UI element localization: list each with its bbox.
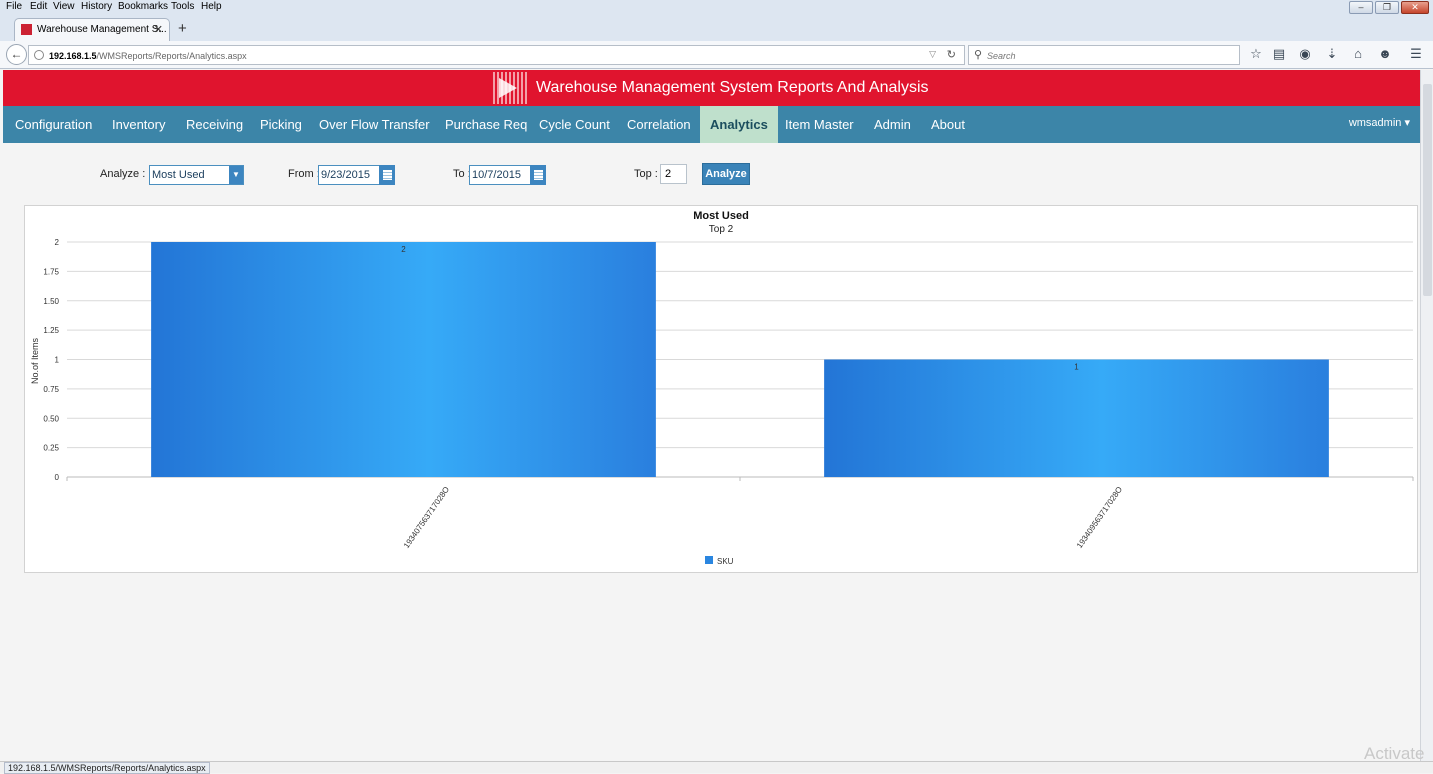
vertical-scrollbar[interactable] xyxy=(1420,70,1433,761)
nav-correlation[interactable]: Correlation xyxy=(627,106,691,143)
activate-watermark: Activate xyxy=(1364,744,1425,763)
y-tick-label: 0.25 xyxy=(43,444,59,453)
main-nav: Configuration Inventory Receiving Pickin… xyxy=(3,106,1420,143)
y-tick-label: 0.50 xyxy=(43,414,59,423)
tab-title: Warehouse Management S... xyxy=(37,24,167,35)
y-tick-label: 0.75 xyxy=(43,385,59,394)
address-bar[interactable]: 192.168.1.5/WMSReports/Reports/Analytics… xyxy=(28,45,965,65)
y-tick-label: 1.25 xyxy=(43,326,59,335)
download-icon[interactable]: ⇣ xyxy=(1324,46,1340,62)
chevron-down-icon: ▾ xyxy=(1404,117,1410,129)
close-tab-icon[interactable]: ✕ xyxy=(154,23,163,36)
nav-picking[interactable]: Picking xyxy=(260,106,302,143)
y-tick-label: 2 xyxy=(55,238,60,247)
data-label: 2 xyxy=(401,245,406,254)
to-date-input[interactable]: 10/7/2015 xyxy=(469,165,531,185)
bookmark-star-icon[interactable]: ☆ xyxy=(1248,46,1264,62)
nav-item-master[interactable]: Item Master xyxy=(785,106,854,143)
from-date-input[interactable]: 9/23/2015 xyxy=(318,165,380,185)
menu-history[interactable]: History xyxy=(81,1,112,12)
from-calendar-icon[interactable] xyxy=(379,165,395,185)
analyze-button[interactable]: Analyze xyxy=(702,163,750,185)
pocket-icon[interactable]: ◉ xyxy=(1297,46,1313,62)
status-url: 192.168.1.5/WMSReports/Reports/Analytics… xyxy=(4,762,210,774)
favicon-icon xyxy=(21,24,32,35)
hamburger-menu-icon[interactable]: ☰ xyxy=(1408,46,1424,62)
x-tick-label: 193407563717028O xyxy=(402,485,451,550)
bar-2 xyxy=(824,359,1329,477)
y-axis-label: No.of Items xyxy=(30,337,40,384)
browser-navbar: ← 192.168.1.5/WMSReports/Reports/Analyti… xyxy=(0,41,1433,69)
menu-tools[interactable]: Tools xyxy=(171,1,194,12)
data-label: 1 xyxy=(1074,363,1079,372)
reading-list-icon[interactable]: ▤ xyxy=(1271,46,1287,62)
nav-inventory[interactable]: Inventory xyxy=(112,106,165,143)
restore-button[interactable]: ❐ xyxy=(1375,1,1399,14)
tab-strip: Warehouse Management S... ✕ + xyxy=(0,14,1433,41)
y-tick-label: 0 xyxy=(55,473,60,482)
url-host: 192.168.1.5 xyxy=(49,51,97,61)
analyze-selected-value: Most Used xyxy=(152,169,205,181)
chat-icon[interactable]: ☻ xyxy=(1377,46,1393,61)
search-icon: ⚲ xyxy=(974,49,983,61)
globe-icon xyxy=(34,50,44,60)
y-tick-label: 1.75 xyxy=(43,267,59,276)
back-arrow-icon[interactable]: ← xyxy=(6,44,27,65)
app-header: Warehouse Management System Reports And … xyxy=(3,70,1420,106)
nav-receiving[interactable]: Receiving xyxy=(186,106,243,143)
bar-chart: 0 0.25 0.50 0.75 1 1.25 1.50 1.75 2 2 1 193407563… xyxy=(30,238,1414,566)
from-label: From : xyxy=(288,168,320,180)
nav-configuration[interactable]: Configuration xyxy=(15,106,92,143)
x-tick-label: 193409563717028O xyxy=(1075,485,1124,550)
nav-purchase-req[interactable]: Purchase Req xyxy=(445,106,527,143)
top-input[interactable]: 2 xyxy=(660,164,687,184)
menu-view[interactable]: View xyxy=(53,1,75,12)
new-tab-icon[interactable]: + xyxy=(178,20,187,37)
nav-over-flow-transfer[interactable]: Over Flow Transfer xyxy=(319,106,430,143)
url-text: 192.168.1.5/WMSReports/Reports/Analytics… xyxy=(49,51,247,61)
app-logo xyxy=(493,72,527,104)
close-window-button[interactable]: ✕ xyxy=(1401,1,1429,14)
nav-analytics[interactable]: Analytics xyxy=(700,106,778,143)
url-dropdown-icon[interactable]: ▽ xyxy=(929,49,936,60)
status-bar: 192.168.1.5/WMSReports/Reports/Analytics… xyxy=(0,761,1433,774)
browser-menubar: File Edit View History Bookmarks Tools H… xyxy=(0,0,1433,14)
scroll-thumb[interactable] xyxy=(1423,84,1432,296)
window-controls: – ❐ ✕ xyxy=(1349,1,1429,15)
search-input[interactable]: ⚲ Search xyxy=(968,45,1240,65)
legend-label: SKU xyxy=(717,557,734,566)
home-icon[interactable]: ⌂ xyxy=(1350,46,1366,61)
url-path: /WMSReports/Reports/Analytics.aspx xyxy=(96,51,247,61)
menu-file[interactable]: File xyxy=(6,1,22,12)
nav-about[interactable]: About xyxy=(931,106,965,143)
menu-edit[interactable]: Edit xyxy=(30,1,47,12)
chart-panel: Most Used Top 2 0 0.25 0.50 0.75 1 1.25 1.50 1.… xyxy=(24,205,1418,573)
menu-bookmarks[interactable]: Bookmarks xyxy=(118,1,168,12)
y-tick-label: 1 xyxy=(55,356,60,365)
legend-swatch xyxy=(705,556,713,564)
nav-cycle-count[interactable]: Cycle Count xyxy=(539,106,610,143)
user-menu[interactable]: wmsadmin ▾ xyxy=(1349,116,1410,129)
dropdown-arrow-icon[interactable]: ▼ xyxy=(229,166,243,184)
app-title: Warehouse Management System Reports And … xyxy=(536,79,929,96)
user-name: wmsadmin xyxy=(1348,117,1402,129)
to-calendar-icon[interactable] xyxy=(530,165,546,185)
menu-help[interactable]: Help xyxy=(201,1,222,12)
browser-tab[interactable]: Warehouse Management S... ✕ xyxy=(14,18,170,41)
minimize-button[interactable]: – xyxy=(1349,1,1373,14)
bar-1 xyxy=(151,242,656,477)
analyze-label: Analyze : xyxy=(100,168,146,180)
y-tick-label: 1.50 xyxy=(43,297,59,306)
top-label: Top : xyxy=(634,168,658,180)
reload-icon[interactable]: ↻ xyxy=(947,48,956,61)
search-placeholder: Search xyxy=(987,51,1016,61)
nav-admin[interactable]: Admin xyxy=(874,106,911,143)
analyze-select[interactable]: Most Used ▼ xyxy=(149,165,244,185)
